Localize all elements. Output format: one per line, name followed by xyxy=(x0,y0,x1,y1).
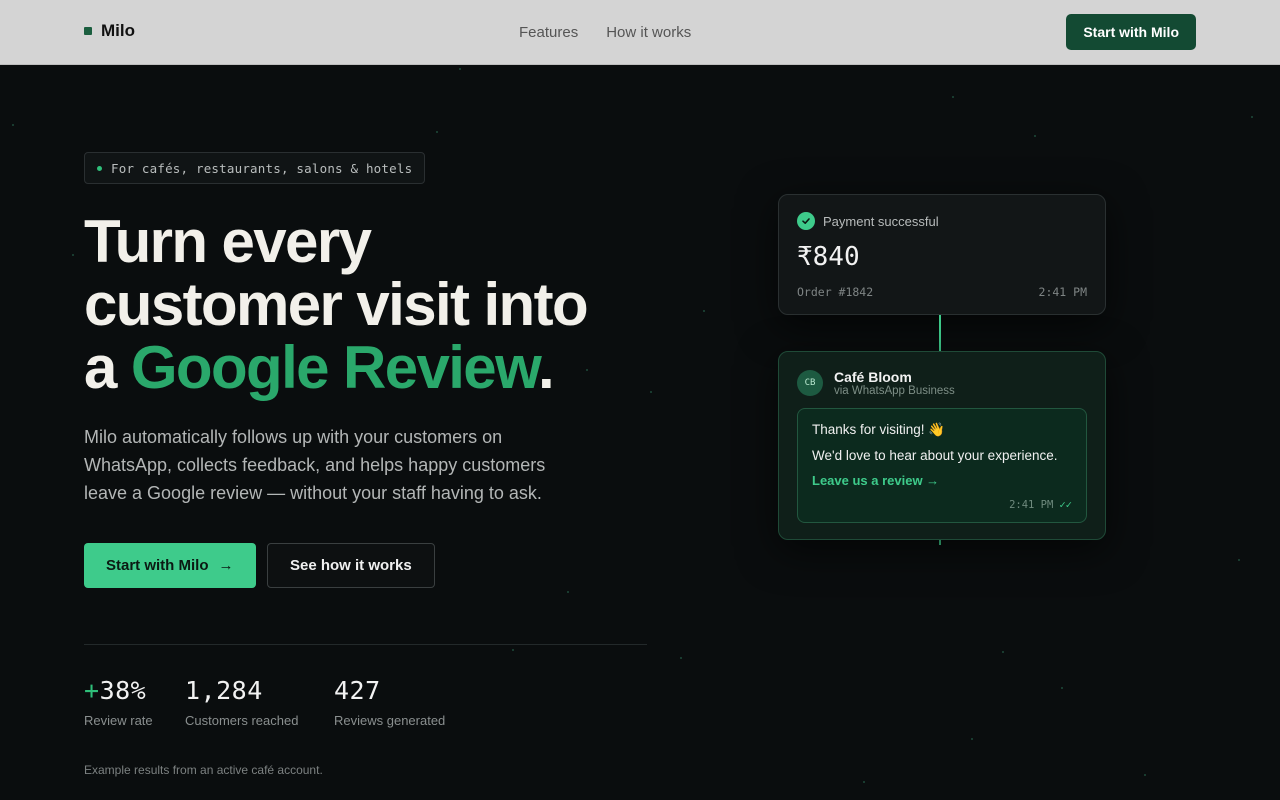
payment-card: Payment successful ₹840 Order #1842 2:41… xyxy=(778,194,1106,315)
payment-title: Payment successful xyxy=(823,213,939,229)
stat-value: 427 xyxy=(334,676,381,705)
hero-lead: Milo automatically follows up with your … xyxy=(84,427,546,503)
audience-pill: For cafés, restaurants, salons & hotels xyxy=(84,152,426,184)
stat-label: Customers reached xyxy=(185,713,299,728)
order-number: Order #1842 xyxy=(797,285,874,299)
stat-plus: + xyxy=(84,676,100,705)
avatar: CB xyxy=(797,370,823,396)
pill-text: For cafés, restaurants, salons & hotels xyxy=(111,160,413,176)
stat-reviews-generated: 427 Reviews generated xyxy=(334,676,445,728)
results-footnote: Example results from an active café acco… xyxy=(84,763,323,777)
business-name: Café Bloom xyxy=(834,369,912,385)
payment-time: 2:41 PM xyxy=(1038,285,1087,299)
hero-headline: Turn every customer visit into a Google … xyxy=(84,210,684,399)
read-ticks-icon: ✓✓ xyxy=(1059,499,1072,511)
headline-line-1: Turn every xyxy=(84,208,372,275)
payment-header: Payment successful xyxy=(797,212,939,230)
whatsapp-message-card: CB Café Bloom via WhatsApp Business Than… xyxy=(778,351,1106,540)
pill-dot-icon xyxy=(97,165,102,171)
stat-number: 38% xyxy=(99,676,147,705)
start-with-milo-button[interactable]: Start with Milo → xyxy=(84,543,256,588)
brand-logo[interactable]: Milo xyxy=(84,21,135,41)
message-time: 2:41 PM xyxy=(1009,499,1054,511)
check-circle-icon xyxy=(797,212,815,230)
stat-label: Reviews generated xyxy=(334,713,446,728)
message-line-1: Thanks for visiting! 👋 xyxy=(812,422,946,437)
message-bubble: Thanks for visiting! 👋 We'd love to hear… xyxy=(797,408,1087,523)
nav-link-features[interactable]: Features xyxy=(519,24,578,41)
headline-suffix: . xyxy=(537,334,555,401)
arrow-right-icon: → xyxy=(218,557,234,574)
stats-divider xyxy=(84,644,647,645)
brand-name: Milo xyxy=(101,21,135,40)
headline-line-2: customer visit into xyxy=(84,271,589,338)
nav-link-how-it-works[interactable]: How it works xyxy=(606,24,691,41)
stat-value: 1,284 xyxy=(185,676,263,705)
top-nav: Milo Features How it works Start with Mi… xyxy=(0,0,1280,65)
stat-review-rate: +38% Review rate xyxy=(84,676,153,728)
payment-amount: ₹840 xyxy=(797,242,860,272)
leave-review-link[interactable]: Leave us a review → xyxy=(812,473,939,488)
start-button-label: Start with Milo xyxy=(106,557,209,574)
nav-start-button[interactable]: Start with Milo xyxy=(1066,14,1196,50)
channel-label: via WhatsApp Business xyxy=(834,385,955,397)
stat-customers-reached: 1,284 Customers reached xyxy=(185,676,298,728)
stat-label: Review rate xyxy=(84,713,153,728)
message-line-2: We'd love to hear about your experience. xyxy=(812,448,1058,463)
headline-prefix: a xyxy=(84,334,131,401)
message-meta: 2:41 PM ✓✓ xyxy=(1009,499,1072,511)
stat-value: +38% xyxy=(84,676,153,705)
nav-links: Features How it works xyxy=(519,24,691,41)
see-how-it-works-button[interactable]: See how it works xyxy=(267,543,435,588)
flow-connector-tail xyxy=(939,540,941,545)
flow-connector xyxy=(939,315,941,351)
headline-accent: Google Review xyxy=(130,334,540,401)
brand-mark-icon xyxy=(84,27,92,35)
